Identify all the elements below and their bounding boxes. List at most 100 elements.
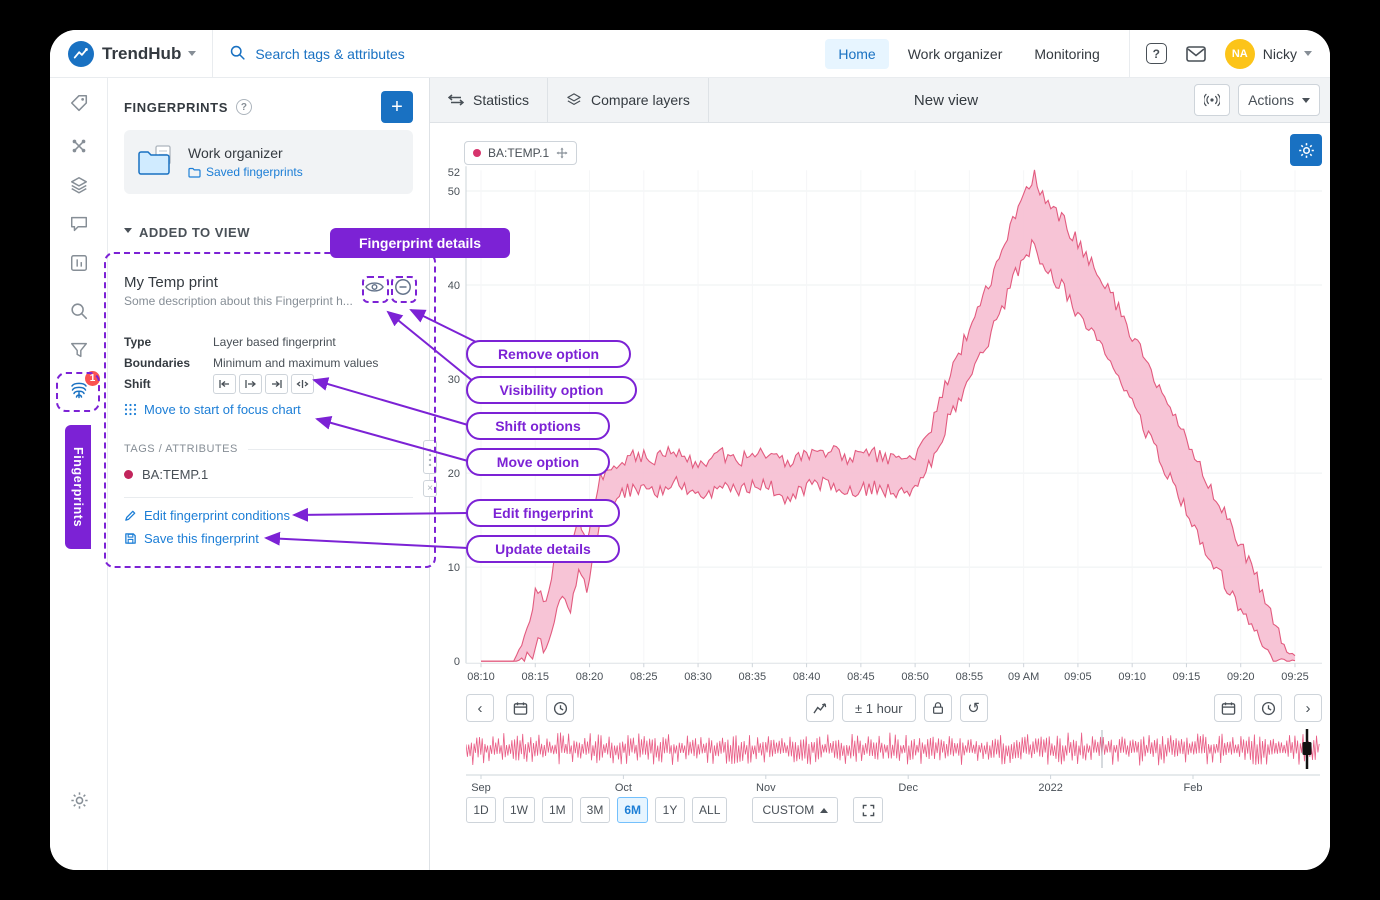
history-reset-button[interactable]: ↺ [960,694,988,722]
move-to-start-link[interactable]: Move to start of focus chart [124,402,413,417]
search-icon [229,44,246,64]
fingerprints-side-tab[interactable]: Fingerprints [65,425,91,549]
chart-settings-gear-button[interactable] [1290,134,1322,166]
caret-up-icon [820,804,828,813]
connections-icon[interactable] [67,134,91,158]
search-input[interactable] [255,46,575,62]
trend-mode-button[interactable] [806,694,834,722]
calendar-right-button[interactable] [1214,694,1242,722]
lock-button[interactable] [924,694,952,722]
app-window: TrendHub Home Work organizer Monitoring … [50,30,1330,870]
panel-resize-handle[interactable] [423,440,437,474]
view-title: New view [914,78,978,123]
svg-text:08:35: 08:35 [739,671,767,683]
remove-minus-circle-icon[interactable] [393,277,413,297]
svg-text:08:50: 08:50 [901,671,929,683]
settings-gear-icon[interactable] [67,788,91,812]
actions-caret-icon [1302,98,1310,107]
add-fingerprint-button[interactable]: + [381,91,413,123]
shift-option-1-button[interactable] [213,374,236,394]
added-to-view-section[interactable]: ADDED TO VIEW [124,224,413,240]
expand-range-button[interactable] [853,797,883,823]
type-row: Type Layer based fingerprint [124,331,413,352]
statistics-tab[interactable]: Statistics [430,78,548,122]
rail-search-icon[interactable] [67,299,91,323]
shift-option-4-button[interactable] [291,374,314,394]
tag-name: BA:TEMP.1 [142,467,208,482]
toolbar-actions: Actions [1194,84,1320,116]
layers-icon[interactable] [67,173,91,197]
svg-text:08:30: 08:30 [684,671,712,683]
svg-text:09:05: 09:05 [1064,671,1092,683]
brand-name: TrendHub [102,44,181,64]
edit-fingerprint-link[interactable]: Edit fingerprint conditions [124,508,413,523]
tag-row[interactable]: BA:TEMP.1 [124,467,413,482]
mail-icon[interactable] [1185,43,1207,65]
tag-chip[interactable]: BA:TEMP.1 [464,141,577,165]
page-left-button[interactable]: ‹ [466,694,494,722]
type-value: Layer based fingerprint [213,335,336,349]
panel-title: FINGERPRINTS [124,100,228,115]
work-organizer-card[interactable]: Work organizer Saved fingerprints [124,130,413,194]
user-name: Nicky [1263,46,1297,62]
avatar[interactable]: NA [1225,39,1255,69]
brand-caret-icon[interactable] [188,51,196,60]
filter-icon[interactable] [67,338,91,362]
svg-text:09:15: 09:15 [1173,671,1201,683]
boundaries-label: Boundaries [124,356,213,370]
help-icon[interactable]: ? [1146,43,1167,64]
nav-work-organizer[interactable]: Work organizer [895,39,1016,69]
saved-fingerprints-link[interactable]: Saved fingerprints [188,165,303,179]
actions-button[interactable]: Actions [1238,84,1320,116]
shift-option-3-button[interactable] [265,374,288,394]
fingerprint-icon[interactable]: 1 [67,378,91,402]
zoom-1m-button[interactable]: 1M [542,797,573,823]
svg-text:08:25: 08:25 [630,671,658,683]
comments-icon[interactable] [67,212,91,236]
zoom-1d-button[interactable]: 1D [466,797,496,823]
fingerprint-badge: 1 [85,371,100,386]
tag-icon[interactable] [67,91,91,115]
calendar-left-button[interactable] [506,694,534,722]
left-icon-rail: 1 Fingerprints [50,78,108,870]
clock-right-button[interactable] [1254,694,1282,722]
user-menu-caret-icon[interactable] [1304,51,1312,60]
nav-monitoring[interactable]: Monitoring [1021,39,1112,69]
compare-layers-tab[interactable]: Compare layers [548,78,709,122]
zoom-1y-button[interactable]: 1Y [655,797,685,823]
shift-option-2-button[interactable] [239,374,262,394]
nav-home[interactable]: Home [825,39,888,69]
section-title: ADDED TO VIEW [139,225,250,240]
svg-text:Nov: Nov [756,782,776,794]
save-fingerprint-link[interactable]: Save this fingerprint [124,531,413,546]
move-cross-icon[interactable] [556,147,568,159]
svg-text:09 AM: 09 AM [1008,671,1039,683]
broadcast-button[interactable] [1194,84,1230,116]
svg-text:08:40: 08:40 [793,671,821,683]
zoom-3m-button[interactable]: 3M [580,797,611,823]
right-time-controls: › [1214,694,1322,722]
visibility-eye-icon[interactable] [364,277,384,297]
svg-text:30: 30 [448,374,460,386]
shift-label: Shift [124,377,213,391]
main-content: Statistics Compare layers New view Actio… [430,78,1330,870]
panel-help-icon[interactable]: ? [236,99,252,115]
clock-left-button[interactable] [546,694,574,722]
focus-chart[interactable]: 525040302010008:1008:1508:2008:2508:3008… [436,164,1322,688]
boundaries-value: Minimum and maximum values [213,356,378,370]
svg-text:Sep: Sep [471,782,491,794]
dashboards-icon[interactable] [67,251,91,275]
zoom-6m-button[interactable]: 6M [617,797,648,823]
trendhub-logo-icon [68,41,94,67]
view-toolbar: Statistics Compare layers New view Actio… [430,78,1330,123]
page-right-button[interactable]: › [1294,694,1322,722]
time-window-button[interactable]: ± 1 hour [842,694,916,722]
panel-collapse-button[interactable]: × [423,480,437,497]
zoom-all-button[interactable]: ALL [692,797,727,823]
context-overview-strip[interactable]: SepOctNovDec2022Feb [466,726,1320,796]
zoom-custom-button[interactable]: CUSTOM [752,797,838,823]
zoom-1w-button[interactable]: 1W [503,797,535,823]
svg-text:52: 52 [448,167,460,179]
svg-text:08:45: 08:45 [847,671,875,683]
tag-color-dot [124,470,133,479]
